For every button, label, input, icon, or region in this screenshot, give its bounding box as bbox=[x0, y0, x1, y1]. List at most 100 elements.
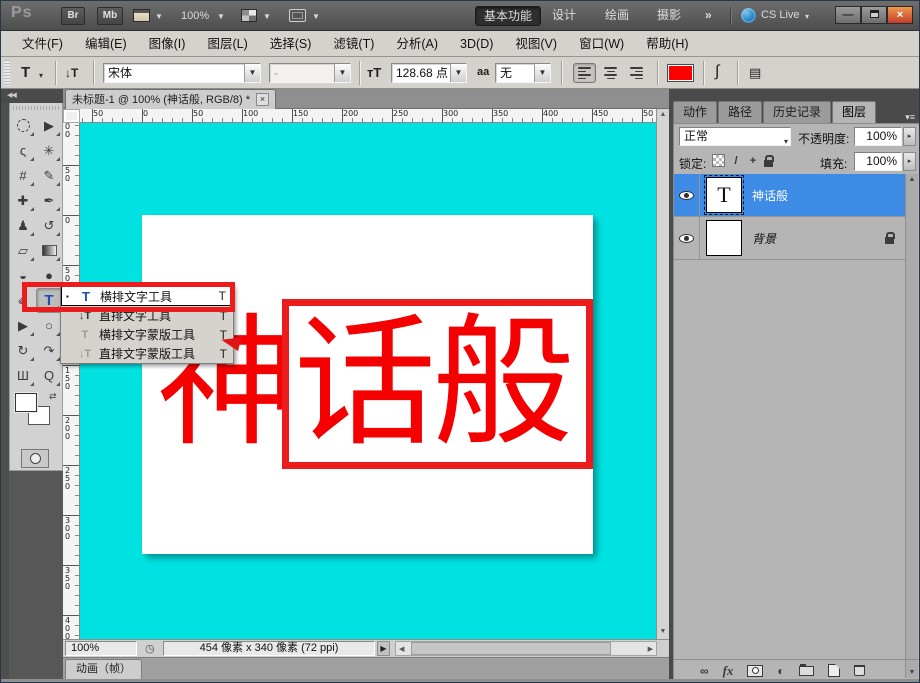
menu-file[interactable]: 文件(F) bbox=[11, 31, 74, 57]
vertical-scrollbar[interactable]: ▲ ▼ bbox=[656, 109, 669, 639]
zoom-level[interactable]: 100% bbox=[181, 10, 209, 22]
close-button[interactable]: × bbox=[887, 6, 913, 24]
scroll-left-icon[interactable]: ◀ bbox=[399, 645, 404, 653]
opacity-field[interactable]: 100% bbox=[854, 127, 902, 146]
menu-edit[interactable]: 编辑(E) bbox=[74, 31, 138, 57]
layer-style-icon[interactable]: fx bbox=[723, 663, 734, 679]
hand-tool-icon[interactable]: Ш bbox=[10, 363, 36, 388]
font-size-caret-icon[interactable]: ▼ bbox=[450, 64, 466, 82]
panel-menu-icon[interactable]: ▾≡ bbox=[905, 108, 920, 123]
blur-tool-icon[interactable]: ◒ bbox=[10, 263, 36, 288]
menu-item-horizontal-type[interactable]: ▪ T 横排文字工具 T bbox=[61, 286, 233, 306]
menu-item-vertical-type-mask[interactable]: ↓T 直排文字蒙版工具 T bbox=[61, 344, 233, 363]
new-group-icon[interactable] bbox=[799, 666, 814, 676]
tools-grip[interactable] bbox=[13, 106, 59, 110]
bridge-button[interactable]: Br bbox=[61, 7, 85, 25]
zoom-tool-icon[interactable]: Q bbox=[36, 363, 62, 388]
opacity-spinner-icon[interactable]: ▸ bbox=[903, 127, 916, 146]
type-tool-icon[interactable]: T bbox=[36, 288, 62, 313]
lock-move-icon[interactable]: + bbox=[747, 155, 759, 167]
workspace-essentials-button[interactable]: 基本功能 bbox=[475, 6, 541, 26]
menu-image[interactable]: 图像(I) bbox=[138, 31, 197, 57]
tab-actions[interactable]: 动作 bbox=[673, 101, 717, 123]
document-tab[interactable]: 未标题-1 @ 100% (神话般, RGB/8) * × bbox=[65, 89, 276, 109]
align-left-button[interactable] bbox=[573, 63, 596, 83]
new-layer-icon[interactable] bbox=[828, 664, 840, 677]
mini-bridge-button[interactable]: Mb bbox=[97, 7, 123, 25]
scroll-right-icon[interactable]: ▶ bbox=[648, 645, 653, 653]
brush-tool-icon[interactable]: ✒ bbox=[36, 188, 62, 213]
fill-field[interactable]: 100% bbox=[854, 152, 902, 171]
shape-tool-icon[interactable]: ○ bbox=[36, 313, 62, 338]
text-color-swatch[interactable] bbox=[667, 64, 694, 82]
layer-name[interactable]: 背景 bbox=[752, 230, 776, 247]
layer-row-text[interactable]: T 神话般 bbox=[674, 174, 906, 217]
anti-alias-select[interactable]: 无 ▼ bbox=[495, 63, 551, 83]
menu-layer[interactable]: 图层(L) bbox=[196, 31, 258, 57]
cs-live-icon[interactable] bbox=[741, 8, 756, 23]
horizontal-scroll-thumb[interactable] bbox=[411, 642, 611, 655]
lock-all-icon[interactable] bbox=[764, 160, 773, 167]
healing-brush-tool-icon[interactable]: ✚ bbox=[10, 188, 36, 213]
font-family-caret-icon[interactable]: ▼ bbox=[244, 64, 260, 82]
ruler-corner[interactable] bbox=[63, 109, 80, 123]
clone-stamp-tool-icon[interactable]: ♟ bbox=[10, 213, 36, 238]
quick-mask-button[interactable] bbox=[21, 449, 49, 468]
guides-caret-icon[interactable]: ▼ bbox=[155, 12, 163, 21]
layer-thumbnail[interactable]: T bbox=[706, 177, 742, 213]
3d-rotate-tool-icon[interactable]: ↻ bbox=[10, 338, 36, 363]
tab-layers[interactable]: 图层 bbox=[832, 101, 876, 123]
menu-filter[interactable]: 滤镜(T) bbox=[322, 31, 385, 57]
cs-live-caret-icon[interactable]: ▾ bbox=[805, 12, 809, 21]
minimize-button[interactable]: — bbox=[835, 6, 861, 24]
lock-transparency-icon[interactable] bbox=[712, 154, 725, 167]
status-doc-size[interactable]: 454 像素 x 340 像素 (72 ppi) bbox=[163, 641, 375, 656]
status-zoom-field[interactable]: 100% bbox=[65, 641, 137, 656]
align-right-button[interactable] bbox=[625, 63, 648, 83]
menu-help[interactable]: 帮助(H) bbox=[635, 31, 699, 57]
eraser-tool-icon[interactable]: ▱ bbox=[10, 238, 36, 263]
elliptical-marquee-tool-icon[interactable] bbox=[10, 113, 36, 138]
timing-icon[interactable]: ◷ bbox=[145, 642, 155, 655]
workspace-more-chevron[interactable]: » bbox=[697, 6, 720, 26]
canvas-viewport[interactable]: 神话般 bbox=[80, 123, 656, 639]
crop-tool-icon[interactable]: # bbox=[10, 163, 36, 188]
arrange-documents-icon[interactable] bbox=[241, 9, 257, 22]
blend-mode-select[interactable]: 正常 ▾ bbox=[679, 127, 791, 146]
3d-orbit-tool-icon[interactable]: ↷ bbox=[36, 338, 62, 363]
eye-icon[interactable] bbox=[679, 234, 694, 243]
menu-select[interactable]: 选择(S) bbox=[259, 31, 323, 57]
lock-paint-icon[interactable]: / bbox=[730, 155, 742, 167]
workspace-painting-button[interactable]: 绘画 bbox=[597, 6, 637, 26]
path-selection-tool-icon[interactable]: ▶ bbox=[10, 313, 36, 338]
fill-spinner-icon[interactable]: ▸ bbox=[903, 152, 916, 171]
dodge-tool-icon[interactable]: ● bbox=[36, 263, 62, 288]
visibility-cell[interactable] bbox=[674, 217, 700, 260]
align-center-button[interactable] bbox=[599, 63, 622, 83]
lasso-tool-icon[interactable]: ς bbox=[10, 138, 36, 163]
visibility-cell[interactable] bbox=[674, 174, 700, 217]
quick-selection-tool-icon[interactable]: ✳ bbox=[36, 138, 62, 163]
layer-thumbnail[interactable] bbox=[706, 220, 742, 256]
guides-icon[interactable] bbox=[133, 9, 150, 22]
link-layers-icon[interactable]: ∞ bbox=[700, 664, 709, 678]
text-orientation-icon[interactable]: ↓T bbox=[65, 66, 78, 80]
swap-colors-icon[interactable]: ⇄ bbox=[49, 391, 57, 402]
font-family-select[interactable]: 宋体 ▼ bbox=[103, 63, 261, 83]
status-options-icon[interactable]: ▶ bbox=[377, 641, 390, 656]
layers-scrollbar[interactable]: ▲ ▼ bbox=[905, 174, 918, 678]
menu-item-vertical-type[interactable]: ↓T 直排文字工具 T bbox=[61, 306, 233, 325]
adjustment-layer-icon[interactable]: ◐ bbox=[777, 664, 784, 678]
cs-live-label[interactable]: CS Live bbox=[761, 9, 800, 21]
layer-row-background[interactable]: 背景 bbox=[674, 217, 906, 260]
scroll-down-icon[interactable]: ▼ bbox=[657, 628, 669, 635]
menu-analysis[interactable]: 分析(A) bbox=[385, 31, 449, 57]
workspace-photography-button[interactable]: 摄影 bbox=[649, 6, 689, 26]
menu-window[interactable]: 窗口(W) bbox=[568, 31, 635, 57]
font-style-select[interactable]: - ▼ bbox=[269, 63, 351, 83]
document-tab-close-icon[interactable]: × bbox=[256, 93, 269, 106]
warp-text-icon[interactable]: ∫ bbox=[715, 63, 719, 81]
eye-icon[interactable] bbox=[679, 191, 694, 200]
workspace-design-button[interactable]: 设计 bbox=[544, 6, 584, 26]
tool-preset-caret-icon[interactable]: ▾ bbox=[39, 71, 43, 80]
